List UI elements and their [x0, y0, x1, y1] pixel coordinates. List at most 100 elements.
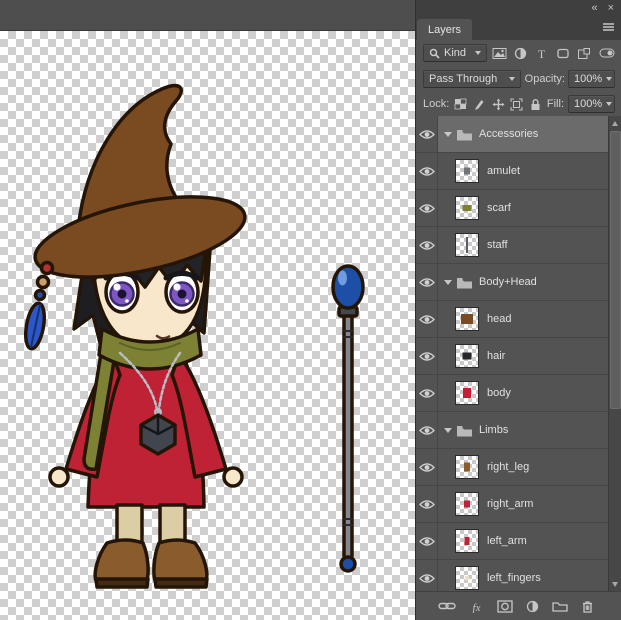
- layer-thumbnail[interactable]: [455, 307, 479, 331]
- layer-row[interactable]: left_fingers: [416, 560, 621, 592]
- visibility-toggle[interactable]: [416, 560, 438, 592]
- panel-menu-icon[interactable]: [602, 22, 615, 35]
- layer-thumbnail[interactable]: [455, 381, 479, 405]
- eye-icon: [419, 166, 435, 177]
- layer-row[interactable]: staff: [416, 227, 621, 264]
- eye-icon: [419, 462, 435, 473]
- layer-row[interactable]: amulet: [416, 153, 621, 190]
- group-row[interactable]: Body+Head: [416, 264, 621, 301]
- opacity-select[interactable]: 100%: [568, 70, 615, 88]
- chevron-down-icon: [509, 77, 515, 81]
- layer-name[interactable]: hair: [487, 350, 505, 362]
- layer-name[interactable]: scarf: [487, 202, 511, 214]
- thumbnail-art: [464, 463, 470, 472]
- layer-thumbnail[interactable]: [455, 344, 479, 368]
- new-adjustment-layer-icon[interactable]: [526, 600, 539, 613]
- group-expand-caret-icon[interactable]: [444, 428, 452, 433]
- lock-row: Lock: Fill: 100%: [416, 92, 621, 117]
- scrollbar-thumb[interactable]: [610, 131, 621, 409]
- layer-name[interactable]: body: [487, 387, 511, 399]
- visibility-toggle[interactable]: [416, 338, 438, 374]
- scroll-down-icon[interactable]: [612, 582, 618, 587]
- blend-mode-value: Pass Through: [429, 73, 497, 85]
- lock-position-icon[interactable]: [491, 97, 506, 112]
- visibility-toggle[interactable]: [416, 412, 438, 448]
- group-row[interactable]: Accessories: [416, 116, 621, 153]
- document-canvas[interactable]: [0, 31, 415, 620]
- layer-thumbnail[interactable]: [455, 455, 479, 479]
- kind-filter-select[interactable]: Kind: [423, 44, 487, 62]
- visibility-toggle[interactable]: [416, 153, 438, 189]
- visibility-toggle[interactable]: [416, 486, 438, 522]
- group-row[interactable]: Limbs: [416, 412, 621, 449]
- tab-layers[interactable]: Layers: [417, 19, 472, 40]
- layers-scrollbar[interactable]: [608, 116, 621, 592]
- group-expand-caret-icon[interactable]: [444, 132, 452, 137]
- visibility-toggle[interactable]: [416, 301, 438, 337]
- blend-mode-select[interactable]: Pass Through: [423, 70, 521, 88]
- scroll-up-icon[interactable]: [612, 121, 618, 126]
- layer-row[interactable]: hair: [416, 338, 621, 375]
- layer-row[interactable]: left_arm: [416, 523, 621, 560]
- visibility-toggle[interactable]: [416, 116, 438, 152]
- add-layer-style-icon[interactable]: fx: [469, 600, 484, 613]
- layer-name[interactable]: head: [487, 313, 511, 325]
- layer-name[interactable]: right_leg: [487, 461, 529, 473]
- svg-text:T: T: [538, 47, 546, 60]
- shape-layer-filter-icon[interactable]: [554, 45, 571, 62]
- group-expand-caret-icon[interactable]: [444, 280, 452, 285]
- lock-artboard-nesting-icon[interactable]: [509, 97, 524, 112]
- layer-name[interactable]: amulet: [487, 165, 520, 177]
- layer-row[interactable]: head: [416, 301, 621, 338]
- type-layer-filter-icon[interactable]: T: [533, 45, 550, 62]
- new-group-icon[interactable]: [552, 600, 568, 612]
- layer-name[interactable]: staff: [487, 239, 508, 251]
- fill-select[interactable]: 100%: [568, 95, 615, 113]
- adjustment-layer-filter-icon[interactable]: [512, 45, 529, 62]
- visibility-toggle[interactable]: [416, 449, 438, 485]
- layer-thumbnail[interactable]: [455, 566, 479, 590]
- lock-all-icon[interactable]: [528, 97, 543, 112]
- layer-name[interactable]: Body+Head: [479, 276, 537, 288]
- lock-transparent-pixels-icon[interactable]: [453, 97, 468, 112]
- visibility-toggle[interactable]: [416, 523, 438, 559]
- layer-name[interactable]: Limbs: [479, 424, 508, 436]
- canvas-area: [0, 0, 415, 620]
- layer-row[interactable]: right_arm: [416, 486, 621, 523]
- eye-icon: [419, 536, 435, 547]
- pixel-layer-filter-icon[interactable]: [491, 45, 508, 62]
- visibility-toggle[interactable]: [416, 190, 438, 226]
- panel-collapse-icon[interactable]: «: [591, 3, 597, 14]
- delete-layer-icon[interactable]: [581, 600, 594, 613]
- kind-filter-label: Kind: [444, 47, 466, 59]
- visibility-toggle[interactable]: [416, 375, 438, 411]
- opacity-value: 100%: [574, 73, 602, 85]
- blend-row: Pass Through Opacity: 100%: [416, 66, 621, 92]
- layer-thumbnail[interactable]: [455, 159, 479, 183]
- eye-icon: [419, 203, 435, 214]
- layer-row[interactable]: scarf: [416, 190, 621, 227]
- visibility-toggle[interactable]: [416, 264, 438, 300]
- thumbnail-art: [466, 237, 468, 253]
- layer-thumbnail[interactable]: [455, 492, 479, 516]
- layer-name[interactable]: left_arm: [487, 535, 527, 547]
- thumbnail-art: [463, 353, 472, 360]
- lock-image-pixels-icon[interactable]: [472, 97, 487, 112]
- smart-object-filter-icon[interactable]: [575, 45, 592, 62]
- fill-label: Fill:: [547, 98, 564, 110]
- layer-row[interactable]: body: [416, 375, 621, 412]
- photoshop-window: « × Layers Kind T: [0, 0, 621, 620]
- layer-filtering-toggle-icon[interactable]: [598, 45, 615, 62]
- layer-row[interactable]: right_leg: [416, 449, 621, 486]
- link-layers-icon[interactable]: [438, 601, 456, 611]
- eye-icon: [419, 129, 435, 140]
- layer-thumbnail[interactable]: [455, 233, 479, 257]
- layer-name[interactable]: left_fingers: [487, 572, 541, 584]
- layer-thumbnail[interactable]: [455, 529, 479, 553]
- layer-name[interactable]: Accessories: [479, 128, 538, 140]
- layer-thumbnail[interactable]: [455, 196, 479, 220]
- add-layer-mask-icon[interactable]: [497, 600, 513, 613]
- panel-close-icon[interactable]: ×: [608, 3, 614, 14]
- visibility-toggle[interactable]: [416, 227, 438, 263]
- layer-name[interactable]: right_arm: [487, 498, 533, 510]
